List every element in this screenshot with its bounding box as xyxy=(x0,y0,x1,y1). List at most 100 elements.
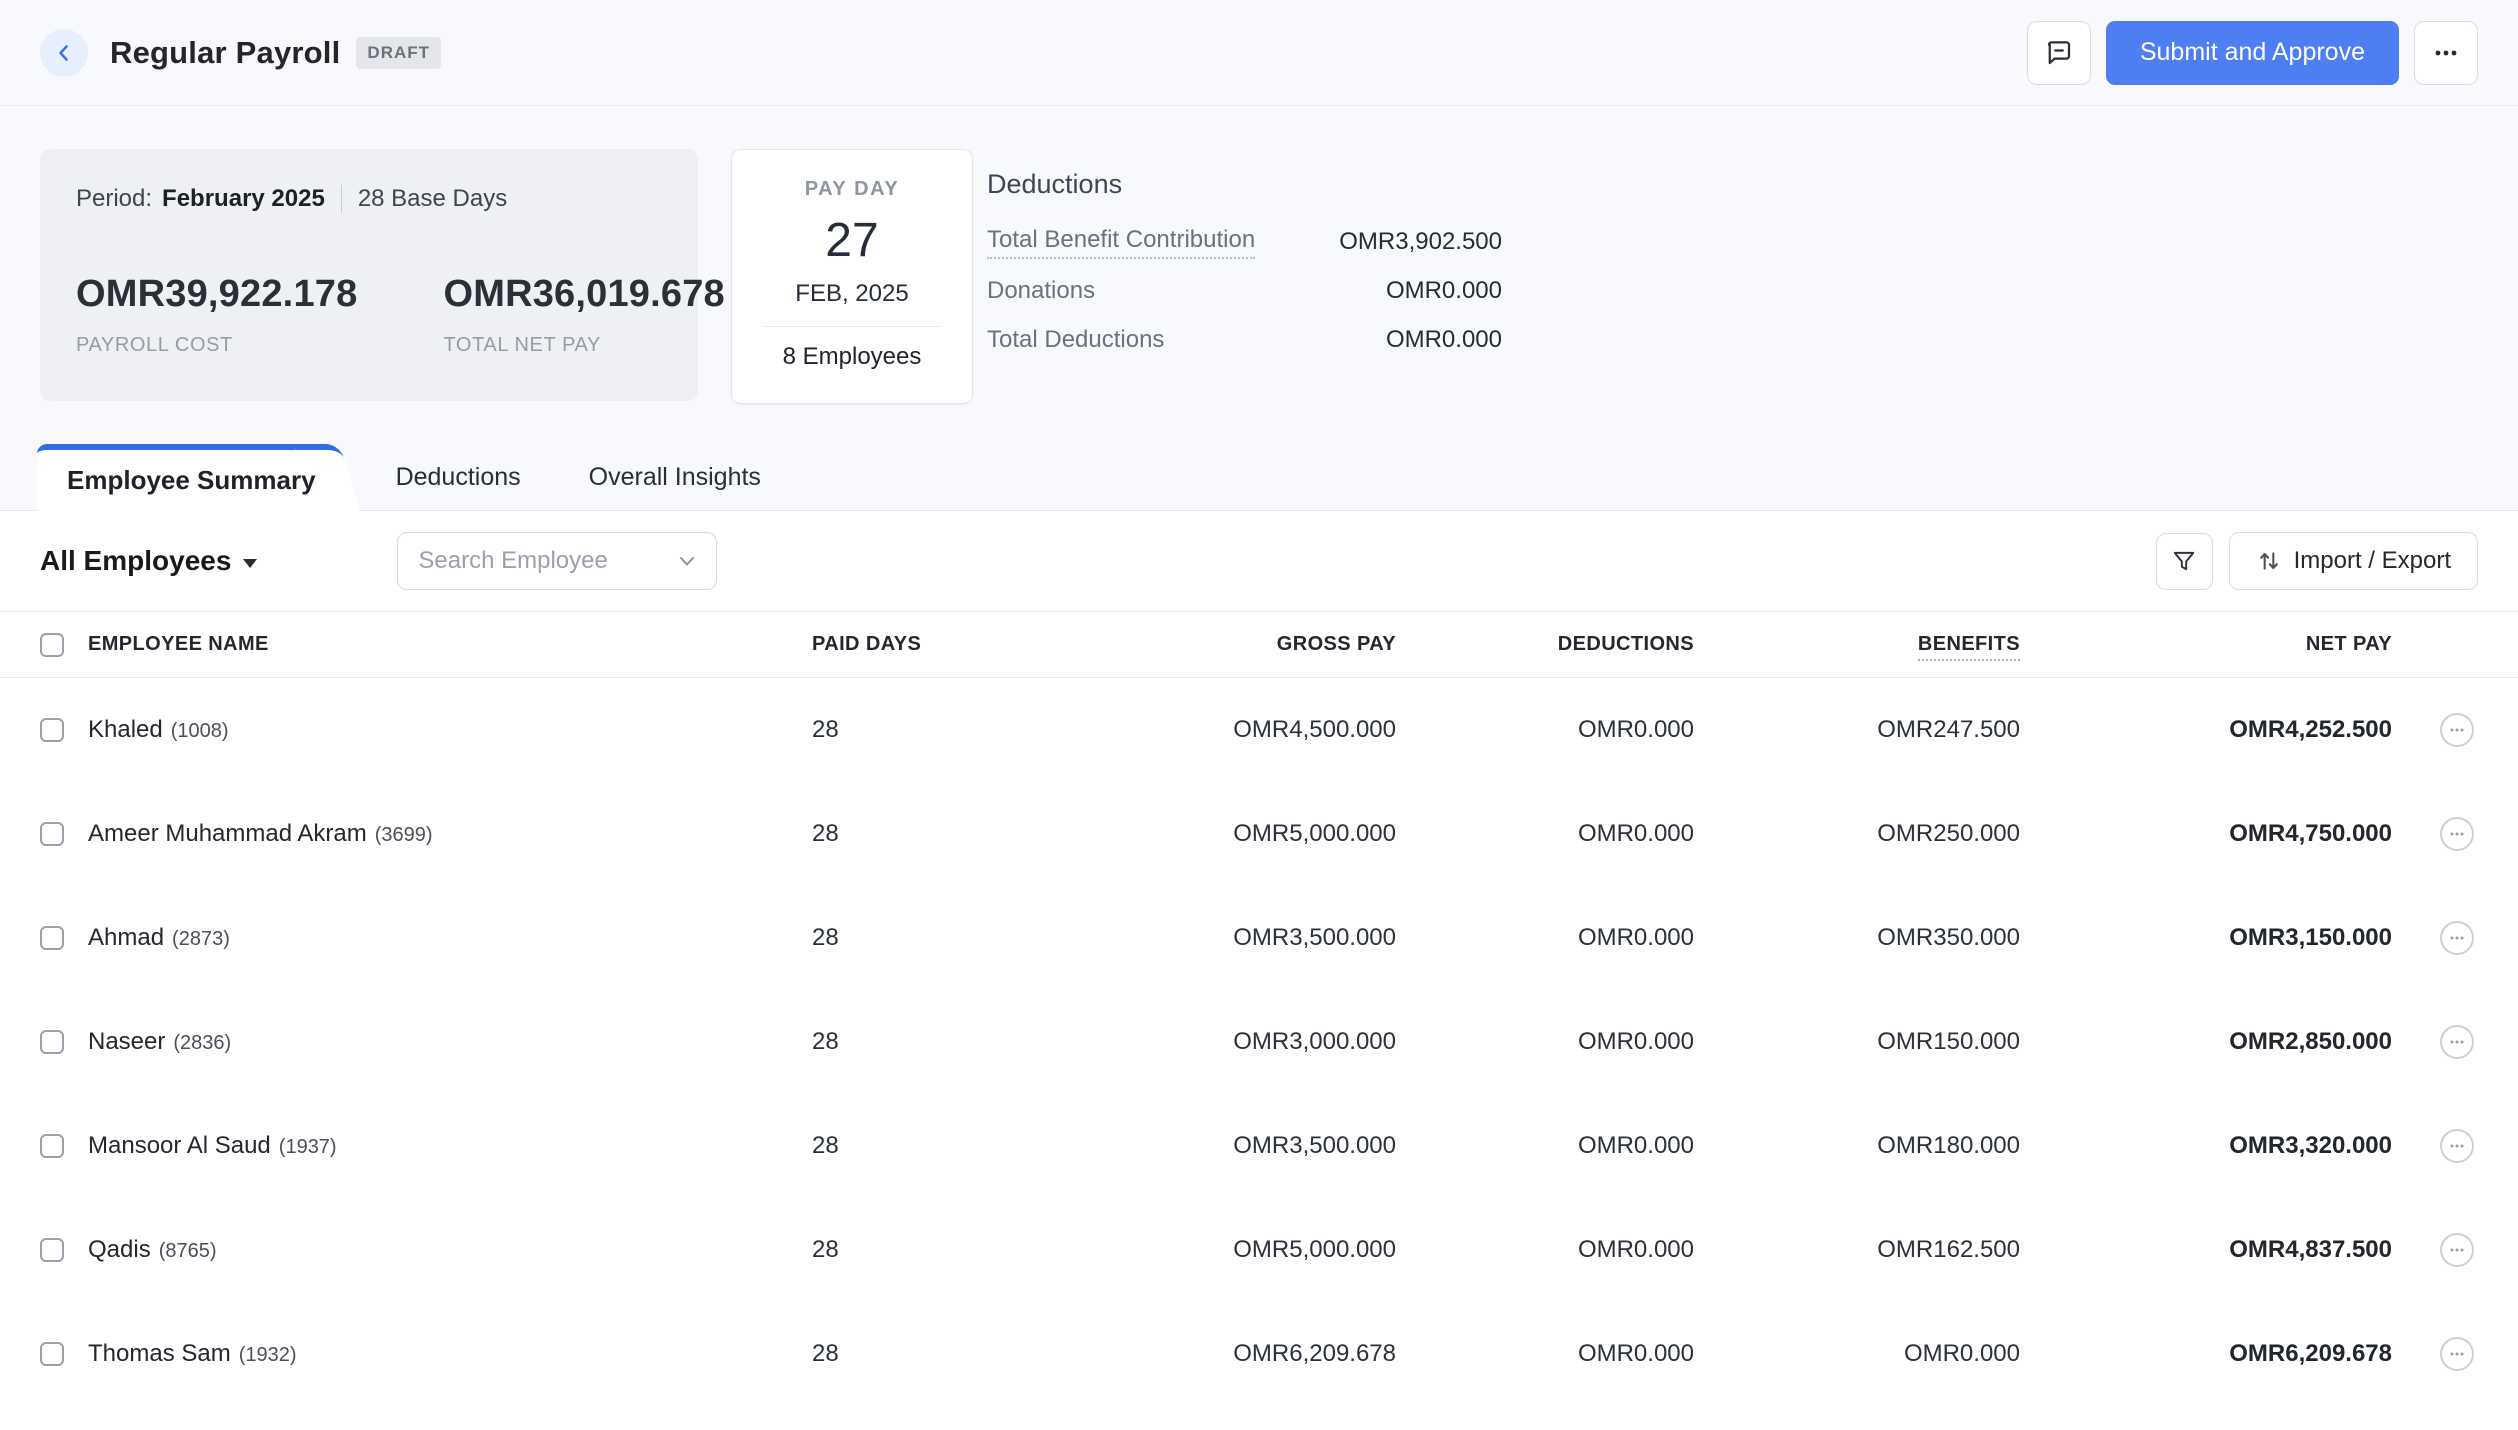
comment-icon xyxy=(2044,38,2074,68)
table-row: Naseer(2836) 28 OMR3,000.000 OMR0.000 OM… xyxy=(0,990,2518,1094)
import-export-button[interactable]: Import / Export xyxy=(2229,532,2478,590)
column-header-deductions: DEDUCTIONS xyxy=(1396,633,1694,656)
tab-employee-summary[interactable]: Employee Summary xyxy=(37,444,326,511)
back-button[interactable] xyxy=(40,29,88,77)
employee-id: (3699) xyxy=(375,824,433,846)
benefits-cell: OMR0.000 xyxy=(1694,1340,2020,1368)
column-header-paid-days: PAID DAYS xyxy=(812,633,1000,656)
column-header-gross-pay: GROSS PAY xyxy=(1000,633,1396,656)
comment-button[interactable] xyxy=(2027,21,2091,85)
row-actions-button[interactable] xyxy=(2440,1337,2474,1371)
tab-deductions[interactable]: Deductions xyxy=(362,444,555,510)
employee-name-text: Khaled xyxy=(88,716,163,743)
employee-name[interactable]: Khaled (1008) xyxy=(88,716,812,744)
search-employee-select[interactable]: Search Employee xyxy=(397,532,717,590)
ellipsis-icon xyxy=(2448,929,2466,947)
paid-days-cell: 28 xyxy=(812,820,1000,848)
row-checkbox[interactable] xyxy=(40,822,64,846)
row-actions-button[interactable] xyxy=(2440,713,2474,747)
submit-and-approve-button[interactable]: Submit and Approve xyxy=(2106,21,2399,85)
table-body: Khaled (1008) 28 OMR4,500.000 OMR0.000 OM… xyxy=(0,678,2518,1406)
gross-pay-cell: OMR5,000.000 xyxy=(1000,1236,1396,1264)
filter-button[interactable] xyxy=(2156,533,2213,590)
net-pay-cell: OMR4,750.000 xyxy=(2020,820,2392,848)
employee-name[interactable]: Qadis(8765) xyxy=(88,1236,812,1264)
benefits-cell: OMR250.000 xyxy=(1694,820,2020,848)
import-export-label: Import / Export xyxy=(2294,547,2451,575)
table-row: Khaled(1008) 28 OMR4,500.000 OMR0.000 OM… xyxy=(0,678,2518,782)
employee-name-text: Qadis xyxy=(88,1236,151,1263)
paid-days-cell: 28 xyxy=(812,1132,1000,1160)
employee-name[interactable]: Ameer Muhammad Akram (3699) xyxy=(88,820,812,848)
row-checkbox[interactable] xyxy=(40,1134,64,1158)
net-pay-cell: OMR3,320.000 xyxy=(2020,1132,2392,1160)
tab-bar: Employee Summary Deductions Overall Insi… xyxy=(0,444,2518,511)
topbar: Regular Payroll DRAFT Submit and Approve xyxy=(0,0,2518,106)
deduction-row: Donations OMR0.000 xyxy=(987,277,1502,305)
total-net-pay-label: TOTAL NET PAY xyxy=(443,334,724,357)
select-all-checkbox[interactable] xyxy=(40,633,64,657)
employee-id: (1008) xyxy=(171,720,229,742)
benefits-cell: OMR247.500 xyxy=(1694,716,2020,744)
table-row: Thomas Sam(1932) 28 OMR6,209.678 OMR0.00… xyxy=(0,1302,2518,1406)
deduction-row: Total Benefit Contribution OMR3,902.500 xyxy=(987,228,1502,256)
employee-name-text: Naseer xyxy=(88,1028,165,1055)
row-checkbox[interactable] xyxy=(40,1238,64,1262)
donations-value: OMR0.000 xyxy=(1386,277,1502,305)
gross-pay-cell: OMR6,209.678 xyxy=(1000,1340,1396,1368)
row-checkbox[interactable] xyxy=(40,718,64,742)
employee-name-text: Thomas Sam xyxy=(88,1340,231,1367)
paid-days-cell: 28 xyxy=(812,1028,1000,1056)
net-pay-cell: OMR4,252.500 xyxy=(2020,716,2392,744)
donations-label: Donations xyxy=(987,277,1095,305)
ellipsis-icon xyxy=(2448,1241,2466,1259)
employee-name-text: Ameer Muhammad Akram xyxy=(88,820,367,847)
employee-name[interactable]: Ahmad (2873) xyxy=(88,924,812,952)
payday-employee-count: 8 Employees xyxy=(783,343,922,371)
deductions-cell: OMR0.000 xyxy=(1396,1132,1694,1160)
row-actions-button[interactable] xyxy=(2440,921,2474,955)
payday-label: PAY DAY xyxy=(805,178,900,201)
divider xyxy=(763,326,941,327)
deductions-cell: OMR0.000 xyxy=(1396,716,1694,744)
deduction-row: Total Deductions OMR0.000 xyxy=(987,326,1502,354)
divider xyxy=(341,185,342,213)
payroll-cost-label: PAYROLL COST xyxy=(76,334,357,357)
deductions-cell: OMR0.000 xyxy=(1396,1236,1694,1264)
benefits-cell: OMR150.000 xyxy=(1694,1028,2020,1056)
more-options-button[interactable] xyxy=(2414,21,2478,85)
employee-name[interactable]: Thomas Sam(1932) xyxy=(88,1340,812,1368)
tab-overall-insights[interactable]: Overall Insights xyxy=(555,444,795,510)
row-checkbox[interactable] xyxy=(40,1342,64,1366)
chevron-left-icon xyxy=(54,43,74,63)
row-actions-button[interactable] xyxy=(2440,817,2474,851)
gross-pay-cell: OMR3,500.000 xyxy=(1000,1132,1396,1160)
employee-id: (2873) xyxy=(172,928,230,950)
total-net-pay-value: OMR36,019.678 xyxy=(443,273,724,316)
row-actions-button[interactable] xyxy=(2440,1233,2474,1267)
row-checkbox[interactable] xyxy=(40,926,64,950)
employee-name-text: Ahmad xyxy=(88,924,164,951)
column-header-benefits[interactable]: BENEFITS xyxy=(1694,633,2020,656)
table-row: Qadis(8765) 28 OMR5,000.000 OMR0.000 OMR… xyxy=(0,1198,2518,1302)
all-employees-label: All Employees xyxy=(40,545,231,577)
employee-name[interactable]: Naseer(2836) xyxy=(88,1028,812,1056)
row-actions-button[interactable] xyxy=(2440,1129,2474,1163)
page-title: Regular Payroll xyxy=(110,35,340,71)
deductions-cell: OMR0.000 xyxy=(1396,1340,1694,1368)
employee-name[interactable]: Mansoor Al Saud(1937) xyxy=(88,1132,812,1160)
row-actions-button[interactable] xyxy=(2440,1025,2474,1059)
gross-pay-cell: OMR4,500.000 xyxy=(1000,716,1396,744)
net-pay-cell: OMR2,850.000 xyxy=(2020,1028,2392,1056)
all-employees-dropdown[interactable]: All Employees xyxy=(40,545,257,577)
total-benefit-contribution-label[interactable]: Total Benefit Contribution xyxy=(987,226,1255,259)
row-checkbox[interactable] xyxy=(40,1030,64,1054)
deductions-rows: Total Benefit Contribution OMR3,902.500 … xyxy=(987,228,1502,354)
total-deductions-value: OMR0.000 xyxy=(1386,326,1502,354)
period-label: Period: xyxy=(76,185,152,213)
ellipsis-icon xyxy=(2448,721,2466,739)
period-card: Period: February 2025 28 Base Days OMR39… xyxy=(40,149,698,401)
period-line: Period: February 2025 28 Base Days xyxy=(76,185,662,213)
total-benefit-contribution-value: OMR3,902.500 xyxy=(1339,228,1502,256)
deductions-cell: OMR0.000 xyxy=(1396,1028,1694,1056)
